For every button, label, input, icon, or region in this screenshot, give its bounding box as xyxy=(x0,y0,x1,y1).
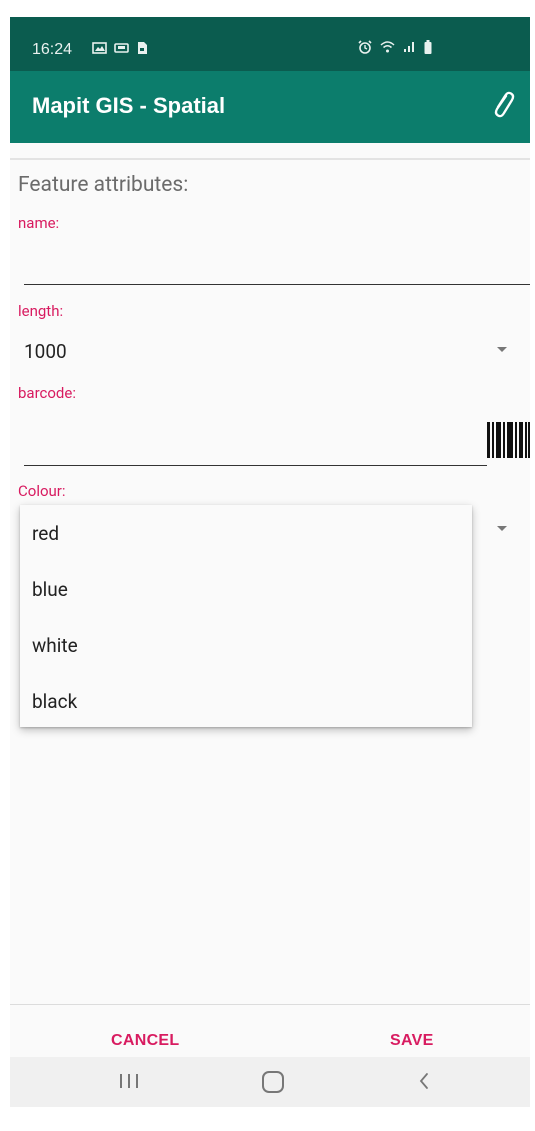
status-bar: 16:24 xyxy=(10,17,530,71)
barcode-label: barcode: xyxy=(18,384,76,402)
battery-icon xyxy=(424,40,432,54)
name-label: name: xyxy=(18,214,60,232)
sim-icon xyxy=(138,42,147,54)
app-title: Mapit GIS - Spatial xyxy=(32,93,226,118)
screen-margin-right xyxy=(530,0,535,1131)
home-icon[interactable] xyxy=(262,1071,284,1093)
phone-screen: 16:24 Mapit GIS - Spatial Feature attrib… xyxy=(10,17,530,1107)
colour-option-black[interactable]: black xyxy=(32,690,77,713)
barcode-icon[interactable] xyxy=(487,422,530,458)
screen-margin-left xyxy=(0,0,10,1131)
colour-option-red[interactable]: red xyxy=(32,522,59,545)
bottom-divider xyxy=(10,1004,530,1005)
status-icons-left xyxy=(92,41,148,55)
car-icon xyxy=(114,43,129,53)
length-label: length: xyxy=(18,302,64,320)
save-button[interactable]: SAVE xyxy=(390,1032,434,1050)
recent-apps-icon[interactable] xyxy=(120,1074,138,1088)
name-input[interactable] xyxy=(24,284,530,285)
back-icon[interactable] xyxy=(418,1072,430,1090)
colour-label: Colour: xyxy=(18,482,66,500)
wifi-icon xyxy=(380,41,395,53)
status-icons-right xyxy=(358,40,432,54)
top-divider xyxy=(10,158,530,160)
status-time: 16:24 xyxy=(32,41,73,58)
colour-dropdown-menu: red blue white black xyxy=(20,505,472,727)
barcode-input[interactable] xyxy=(24,465,487,466)
image-icon xyxy=(92,42,107,54)
cancel-button[interactable]: CANCEL xyxy=(111,1032,179,1050)
colour-option-blue[interactable]: blue xyxy=(32,578,68,601)
colour-option-white[interactable]: white xyxy=(32,634,78,657)
paperclip-icon[interactable] xyxy=(488,89,516,121)
length-dropdown-arrow[interactable] xyxy=(497,347,507,352)
section-title: Feature attributes: xyxy=(18,173,189,197)
signal-icon xyxy=(404,42,414,52)
alarm-icon xyxy=(358,40,372,54)
app-bar: Mapit GIS - Spatial xyxy=(10,71,530,143)
length-value[interactable]: 1000 xyxy=(24,340,67,363)
colour-dropdown-arrow[interactable] xyxy=(497,526,507,531)
